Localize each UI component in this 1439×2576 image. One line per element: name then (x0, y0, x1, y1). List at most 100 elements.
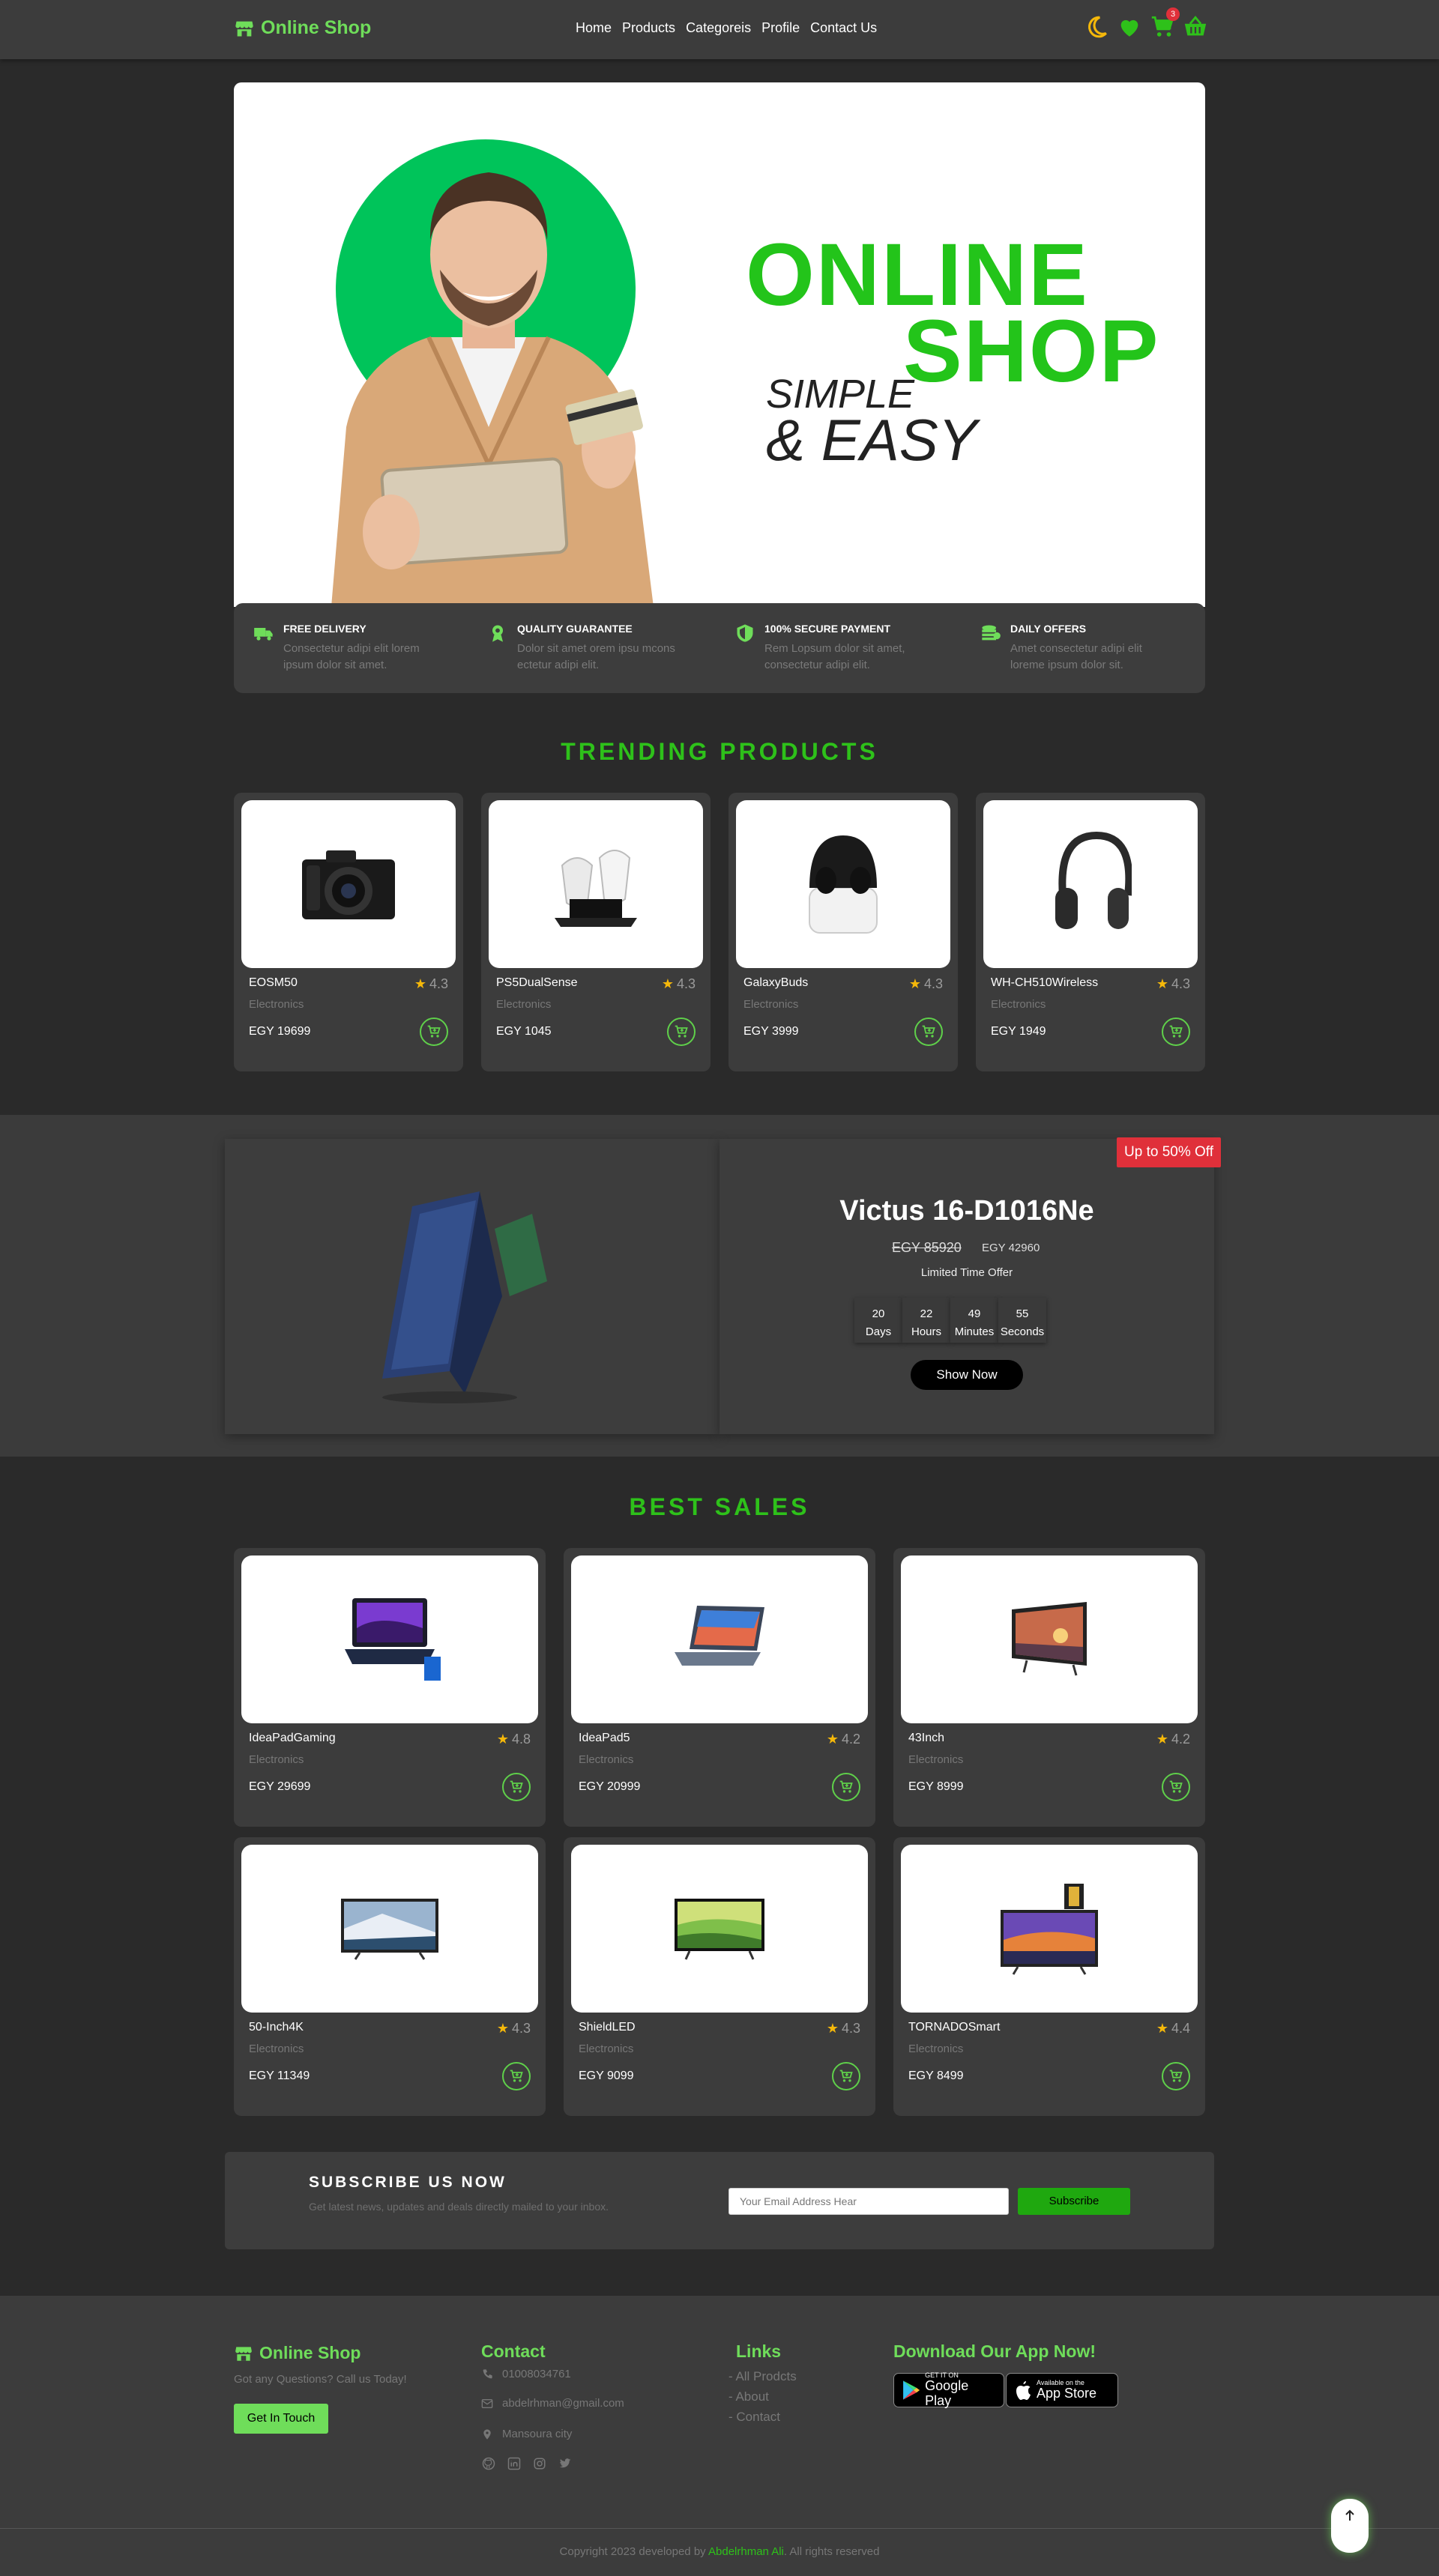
product-category: Electronics (249, 1753, 304, 1766)
cart-plus-icon (1169, 1780, 1183, 1793)
contact-phone[interactable]: 01008034761 (481, 2368, 571, 2380)
hero-title-shop: SHOP (903, 302, 1160, 401)
product-image[interactable] (241, 1555, 538, 1723)
star-icon: ★ (414, 976, 426, 991)
product-card[interactable]: WH-CH510Wireless ★ 4.3 Electronics EGY 19… (976, 793, 1205, 1071)
nav-link-home[interactable]: Home (576, 20, 612, 36)
product-card[interactable]: 43Inch ★ 4.2 Electronics EGY 8999 (893, 1548, 1205, 1827)
product-price: EGY 20999 (579, 1780, 641, 1793)
product-name[interactable]: WH-CH510Wireless (991, 976, 1098, 990)
google-play-button[interactable]: GET IT ON Google Play (893, 2371, 1004, 2407)
product-card[interactable]: IdeaPadGaming ★ 4.8 Electronics EGY 29699 (234, 1548, 546, 1827)
add-to-cart-button[interactable] (832, 1773, 860, 1801)
product-price: EGY 1949 (991, 1025, 1046, 1038)
cart-plus-icon (922, 1025, 935, 1038)
tv-image (675, 1899, 764, 1960)
feature-title: FREE DELIVERY (283, 623, 366, 635)
footer-brand[interactable]: Online Shop (234, 2343, 360, 2363)
feature-desc: ectetur adipi elit. (517, 658, 600, 671)
add-to-cart-button[interactable] (420, 1018, 448, 1046)
developer-link[interactable]: Abdelrhman Ali (708, 2545, 784, 2558)
product-card[interactable]: EOSM50 ★ 4.3 Electronics EGY 19699 (234, 793, 463, 1071)
product-price: EGY 8499 (908, 2069, 964, 2082)
product-name[interactable]: 43Inch (908, 1732, 944, 1745)
instagram-icon[interactable] (532, 2456, 547, 2471)
laptop-image (675, 1606, 764, 1666)
product-image[interactable] (241, 1845, 538, 2013)
show-now-button[interactable]: Show Now (911, 1360, 1023, 1390)
product-rating: ★ 4.3 (826, 2021, 860, 2036)
app-heading: Download Our App Now! (893, 2341, 1096, 2361)
add-to-cart-button[interactable] (502, 1773, 531, 1801)
product-image[interactable] (901, 1845, 1198, 2013)
earbuds-image (809, 835, 878, 934)
product-price: EGY 3999 (743, 1025, 799, 1038)
feature-desc: Dolor sit amet orem ipsu mcons (517, 642, 675, 655)
footer-link-about[interactable]: - About (728, 2389, 769, 2404)
offer-limited-text: Limited Time Offer (920, 1266, 1013, 1279)
scroll-to-top-button[interactable] (1331, 2499, 1369, 2553)
product-name[interactable]: EOSM50 (249, 976, 298, 990)
star-icon: ★ (496, 1732, 509, 1747)
product-category: Electronics (249, 998, 304, 1011)
app-store-button[interactable]: Available on the App Store (1006, 2373, 1118, 2407)
trending-title: TRENDING PRODUCTS (561, 738, 878, 765)
product-image[interactable] (241, 800, 456, 968)
contact-email[interactable]: abdelrhman@gmail.com (481, 2397, 624, 2410)
product-name[interactable]: GalaxyBuds (743, 976, 808, 990)
nav-link-contact[interactable]: Contact Us (810, 20, 877, 36)
footer-link-products[interactable]: - All Prodcts (728, 2369, 797, 2384)
add-to-cart-button[interactable] (502, 2062, 531, 2090)
cart-plus-icon (839, 2069, 853, 2082)
nav-link-products[interactable]: Products (622, 20, 675, 36)
product-name[interactable]: PS5DualSense (496, 976, 578, 990)
product-name[interactable]: 50-Inch4K (249, 2021, 304, 2034)
product-image[interactable] (571, 1845, 868, 2013)
product-name[interactable]: TORNADOSmart (908, 2021, 1000, 2034)
nav-link-profile[interactable]: Profile (761, 20, 800, 36)
add-to-cart-button[interactable] (667, 1018, 696, 1046)
add-to-cart-button[interactable] (1162, 1018, 1190, 1046)
twitter-icon[interactable] (558, 2456, 573, 2471)
heart-icon[interactable] (1117, 13, 1142, 40)
product-name[interactable]: ShieldLED (579, 2021, 636, 2034)
copyright: Copyright 2023 developed by Abdelrhman A… (559, 2545, 880, 2558)
headphones-image (1055, 831, 1132, 929)
add-to-cart-button[interactable] (1162, 1773, 1190, 1801)
linkedin-icon[interactable] (507, 2456, 522, 2471)
product-card[interactable]: PS5DualSense ★ 4.3 Electronics EGY 1045 (481, 793, 711, 1071)
product-image[interactable] (489, 800, 703, 968)
product-card[interactable]: TORNADOSmart ★ 4.4 Electronics EGY 8499 (893, 1837, 1205, 2116)
product-category: Electronics (908, 1753, 964, 1766)
product-name[interactable]: IdeaPadGaming (249, 1732, 336, 1745)
add-to-cart-button[interactable] (914, 1018, 943, 1046)
nav-link-categories[interactable]: Categoreis (686, 20, 751, 36)
basket-icon[interactable] (1183, 13, 1208, 40)
add-to-cart-button[interactable] (1162, 2062, 1190, 2090)
brand-logo[interactable]: Online Shop (234, 17, 371, 39)
product-image[interactable] (983, 800, 1198, 968)
arrow-up-icon (1345, 2509, 1354, 2521)
product-image[interactable] (901, 1555, 1198, 1723)
envelope-icon (481, 2398, 493, 2408)
product-card[interactable]: 50-Inch4K ★ 4.3 Electronics EGY 11349 (234, 1837, 546, 2116)
product-image[interactable] (736, 800, 950, 968)
cart-plus-icon (839, 1780, 853, 1793)
get-in-touch-button[interactable]: Get In Touch (234, 2404, 328, 2434)
feature-desc: Rem Lopsum dolor sit amet, (764, 642, 905, 655)
product-card[interactable]: ShieldLED ★ 4.3 Electronics EGY 9099 (564, 1837, 875, 2116)
email-input[interactable]: Your Email Address Hear (728, 2188, 1009, 2215)
footer-link-contact[interactable]: - Contact (728, 2410, 780, 2425)
cart-plus-icon (510, 2069, 523, 2082)
store-icon (235, 21, 253, 36)
moon-icon[interactable] (1084, 13, 1109, 40)
cart-icon[interactable]: 3 (1150, 7, 1180, 40)
product-image[interactable] (571, 1555, 868, 1723)
product-card[interactable]: GalaxyBuds ★ 4.3 Electronics EGY 3999 (728, 793, 958, 1071)
product-name[interactable]: IdeaPad5 (579, 1732, 630, 1745)
feature-title: 100% SECURE PAYMENT (764, 623, 891, 635)
product-card[interactable]: IdeaPad5 ★ 4.2 Electronics EGY 20999 (564, 1548, 875, 1827)
github-icon[interactable] (481, 2456, 496, 2471)
add-to-cart-button[interactable] (832, 2062, 860, 2090)
subscribe-button[interactable]: Subscribe (1018, 2188, 1130, 2215)
